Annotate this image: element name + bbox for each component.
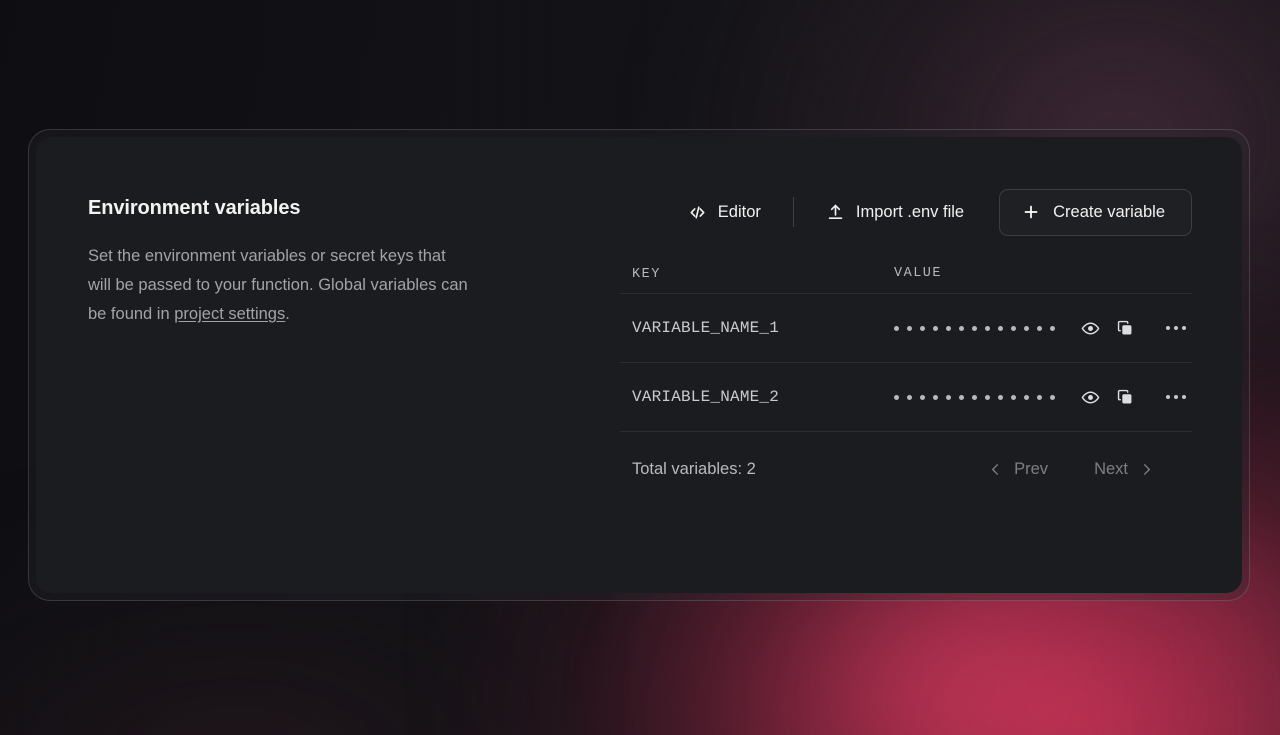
value-mask-dot [920, 325, 925, 331]
import-env-file-label: Import .env file [855, 202, 965, 221]
row-menu-button[interactable] [1160, 389, 1192, 405]
value-mask-dot [920, 394, 925, 400]
copy-value-button[interactable] [1112, 384, 1138, 410]
value-mask-dot [894, 394, 899, 400]
reveal-value-button[interactable] [1077, 315, 1104, 342]
value-mask-dot [972, 325, 977, 331]
panel-description-text-after: . [285, 305, 290, 323]
table-footer: Total variables: 2 Prev Next [620, 432, 1192, 506]
eye-icon [1081, 388, 1100, 407]
toolbar-divider [792, 197, 794, 227]
value-mask-dot [959, 394, 964, 400]
more-horizontal-icon [1174, 395, 1178, 399]
value-mask-dot [1037, 394, 1042, 400]
copy-icon [1116, 388, 1134, 406]
more-horizontal-icon [1166, 395, 1170, 399]
prev-page-label: Prev [1014, 459, 1049, 478]
environment-variables-card: Environment variables Set the environmen… [36, 137, 1242, 593]
value-mask-dot [946, 394, 951, 400]
column-header-value: VALUE [894, 265, 943, 281]
table-row[interactable]: VARIABLE_NAME_2 [620, 363, 1192, 431]
value-mask-dot [1011, 394, 1016, 400]
create-variable-button[interactable]: Create variable [999, 188, 1192, 236]
more-horizontal-icon [1182, 326, 1186, 330]
table-header-row: KEY VALUE [620, 253, 1192, 293]
variable-value-masked [894, 325, 1055, 331]
copy-value-button[interactable] [1112, 315, 1138, 341]
variable-value-masked [894, 394, 1055, 400]
value-mask-dot [985, 394, 990, 400]
panel-description: Set the environment variables or secret … [88, 242, 473, 329]
value-mask-dot [998, 394, 1003, 400]
value-mask-dot [1024, 325, 1029, 331]
next-page-label: Next [1094, 459, 1128, 478]
more-horizontal-icon [1166, 326, 1170, 330]
value-mask-dot [907, 325, 912, 331]
value-mask-dot [1011, 325, 1016, 331]
value-mask-dot [1050, 325, 1055, 331]
pagination-controls: Prev Next [982, 459, 1192, 480]
value-mask-dot [946, 325, 951, 331]
variables-column: Editor Import .env file Create variable … [620, 185, 1192, 506]
value-mask-dot [1024, 394, 1029, 400]
editor-button-label: Editor [717, 202, 761, 221]
editor-button[interactable]: Editor [673, 193, 776, 232]
variable-key: VARIABLE_NAME_1 [632, 319, 780, 337]
value-mask-dot [959, 325, 964, 331]
table-row[interactable]: VARIABLE_NAME_1 [620, 294, 1192, 362]
chevron-right-icon [1139, 462, 1154, 477]
page-title: Environment variables [88, 197, 301, 219]
chevron-left-icon [988, 462, 1003, 477]
copy-icon [1116, 319, 1134, 337]
value-mask-dot [933, 394, 938, 400]
column-header-key: KEY [632, 267, 661, 282]
value-mask-dot [907, 394, 912, 400]
import-env-file-button[interactable]: Import .env file [811, 193, 979, 232]
variables-toolbar: Editor Import .env file Create variable [620, 185, 1192, 239]
create-variable-label: Create variable [1053, 202, 1165, 221]
eye-icon [1081, 319, 1100, 338]
prev-page-button[interactable]: Prev [982, 459, 1054, 480]
variable-key: VARIABLE_NAME_2 [632, 388, 780, 406]
value-mask-dot [1037, 325, 1042, 331]
value-mask-dot [998, 325, 1003, 331]
value-mask-dot [894, 325, 899, 331]
row-menu-button[interactable] [1160, 320, 1192, 336]
value-mask-dot [1050, 394, 1055, 400]
more-horizontal-icon [1174, 326, 1178, 330]
value-mask-dot [985, 325, 990, 331]
next-page-button[interactable]: Next [1088, 459, 1160, 480]
total-variables-count: Total variables: 2 [632, 459, 756, 478]
upload-icon [826, 203, 845, 222]
value-mask-dot [972, 394, 977, 400]
plus-icon [1022, 203, 1040, 221]
panel-info-column: Environment variables Set the environmen… [88, 197, 488, 329]
variables-table: KEY VALUE VARIABLE_NAME_1 VARIABLE_NAME_… [620, 253, 1192, 506]
value-mask-dot [933, 325, 938, 331]
code-icon [688, 203, 707, 222]
card-outer-frame: Environment variables Set the environmen… [28, 129, 1250, 601]
reveal-value-button[interactable] [1077, 384, 1104, 411]
more-horizontal-icon [1182, 395, 1186, 399]
project-settings-link[interactable]: project settings [174, 305, 285, 323]
